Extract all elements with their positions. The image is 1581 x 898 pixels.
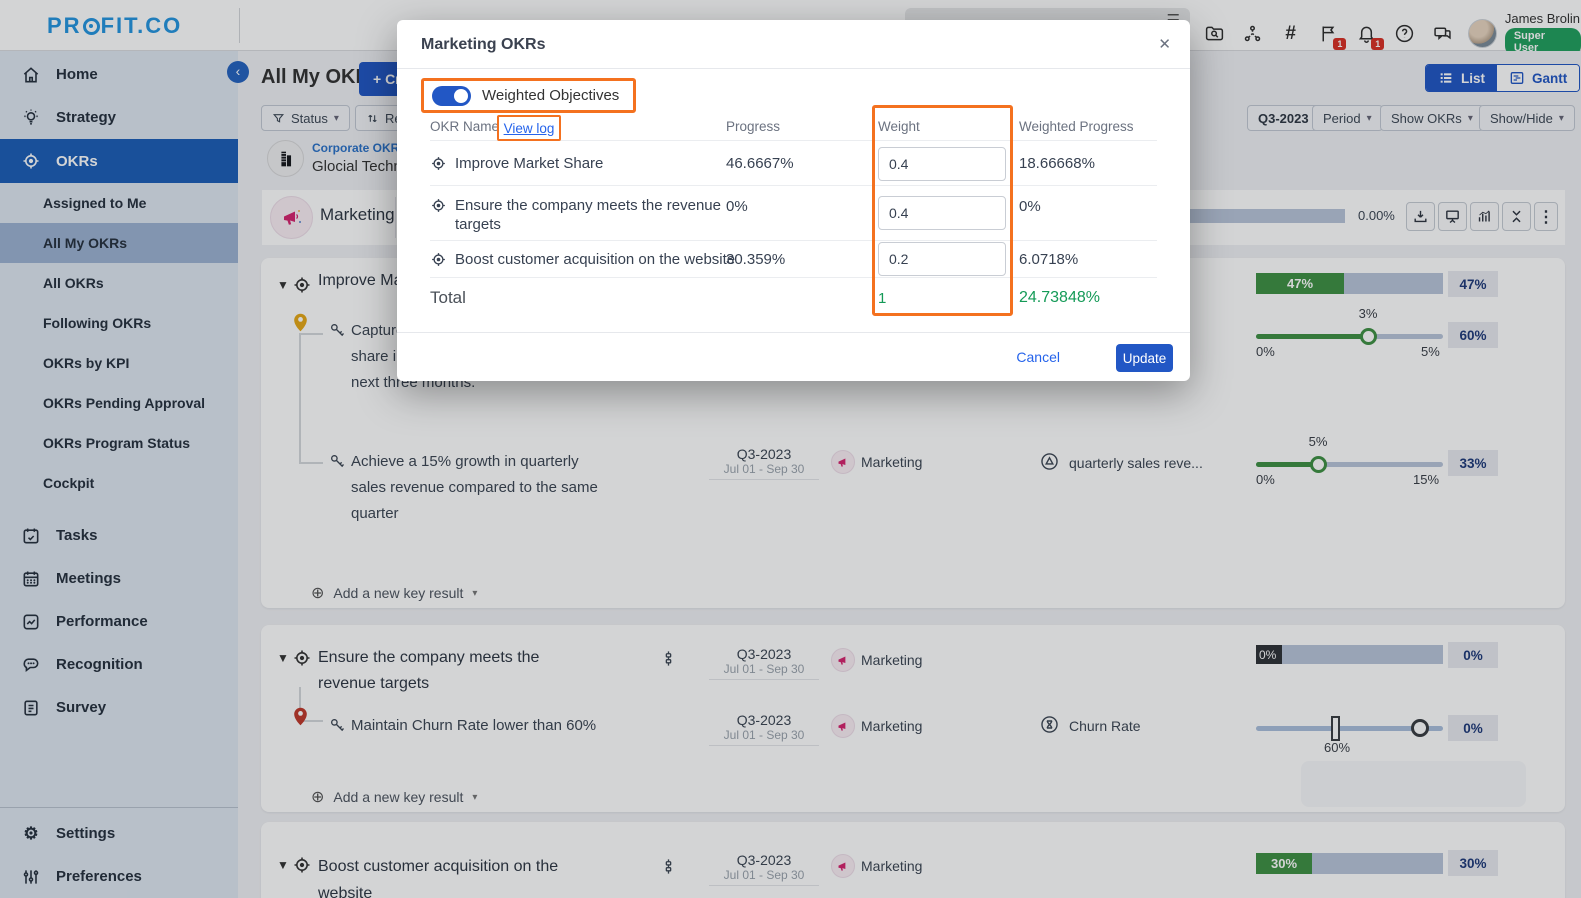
weights-table: OKR Name View log Progress Weight Weight… bbox=[430, 115, 1157, 332]
objective-target-icon bbox=[432, 199, 445, 212]
okr-name: Improve Market Share bbox=[455, 155, 604, 172]
col-weighted-progress: Weighted Progress bbox=[1019, 119, 1134, 134]
modal-footer: Cancel Update bbox=[397, 332, 1190, 381]
weight-input[interactable] bbox=[878, 147, 1006, 181]
col-weight: Weight bbox=[878, 119, 920, 134]
weighted-objectives-highlight: Weighted Objectives bbox=[421, 78, 637, 113]
weight-input[interactable] bbox=[878, 242, 1006, 276]
okr-weighted-progress: 0% bbox=[1019, 198, 1041, 215]
okr-weighted-progress: 6.0718% bbox=[1019, 251, 1079, 268]
total-weight: 1 bbox=[878, 290, 887, 307]
okr-weighted-progress: 18.66668% bbox=[1019, 155, 1095, 172]
view-log-highlight: View log bbox=[497, 115, 561, 141]
col-progress: Progress bbox=[726, 119, 781, 134]
okr-name: Ensure the company meets the revenue targ… bbox=[455, 197, 721, 233]
objective-target-icon bbox=[432, 253, 445, 266]
objective-target-icon bbox=[432, 157, 445, 170]
okr-progress: 0% bbox=[726, 198, 748, 215]
weight-input[interactable] bbox=[878, 196, 1006, 230]
weighted-objectives-toggle[interactable] bbox=[432, 85, 471, 106]
weighted-objectives-label: Weighted Objectives bbox=[482, 87, 620, 104]
close-icon[interactable]: ✕ bbox=[1158, 35, 1171, 53]
total-label: Total bbox=[430, 288, 466, 307]
app-root: PRFIT.CO ☰ # 1 1 bbox=[0, 0, 1581, 898]
table-row: Improve Market Share 46.6667% 18.66668% bbox=[430, 141, 1157, 186]
table-row: Ensure the company meets the revenue targ… bbox=[430, 186, 1157, 241]
col-okr-name: OKR Name bbox=[430, 119, 500, 134]
modal-title: Marketing OKRs bbox=[421, 36, 546, 53]
table-row: Boost customer acquisition on the websit… bbox=[430, 241, 1157, 278]
total-row: Total 1 24.73848% bbox=[430, 278, 1157, 332]
cancel-button[interactable]: Cancel bbox=[1016, 349, 1060, 365]
table-header-row: OKR Name View log Progress Weight Weight… bbox=[430, 115, 1157, 141]
view-log-link[interactable]: View log bbox=[504, 121, 555, 136]
total-weighted-progress: 24.73848% bbox=[1019, 289, 1100, 306]
update-button[interactable]: Update bbox=[1116, 344, 1173, 372]
okr-progress: 46.6667% bbox=[726, 155, 794, 172]
okr-progress: 30.359% bbox=[726, 251, 786, 268]
weighted-objectives-modal: Marketing OKRs ✕ Weighted Objectives OKR… bbox=[397, 20, 1190, 381]
okr-name: Boost customer acquisition on the websit… bbox=[455, 251, 736, 268]
modal-header-divider bbox=[397, 68, 1190, 69]
